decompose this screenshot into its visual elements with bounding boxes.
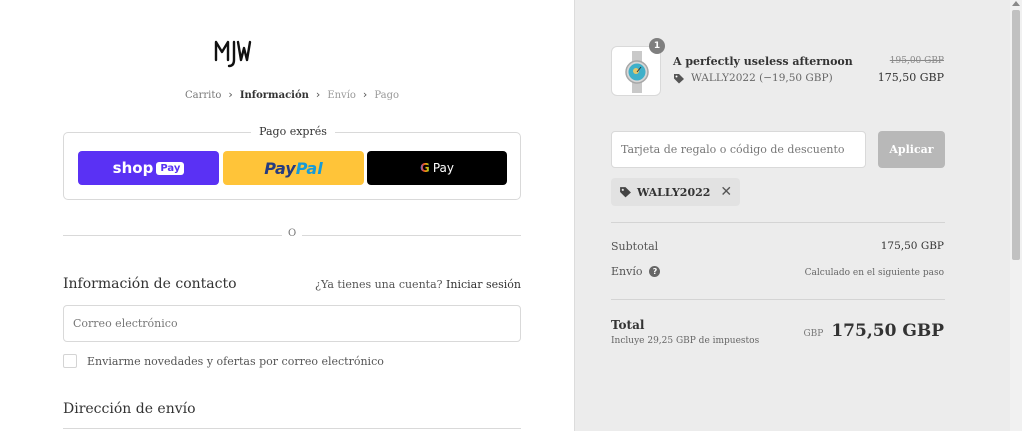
- checkout-main: Carrito › Información › Envío › Pago Pago expr…: [0, 0, 574, 431]
- google-g-icon: G: [419, 161, 430, 175]
- shipping-label: Envío: [611, 265, 643, 278]
- login-link[interactable]: Iniciar sesión: [446, 278, 521, 291]
- product-original-price: 195,00 GBP: [889, 56, 944, 66]
- scrollbar-thumb[interactable]: [1012, 10, 1020, 260]
- or-divider: O: [63, 228, 521, 239]
- breadcrumb: Carrito › Información › Envío › Pago: [0, 88, 584, 101]
- breadcrumb-shipping: Envío: [327, 90, 356, 101]
- product-discount-label: WALLY2022 (−19,50 GBP): [691, 72, 833, 84]
- account-question: ¿Ya tienes una cuenta?: [315, 278, 443, 291]
- total-currency: GBP: [803, 329, 824, 339]
- chevron-right-icon: ›: [362, 88, 368, 101]
- applied-discount-chip: WALLY2022 ✕: [611, 178, 741, 206]
- breadcrumb-cart[interactable]: Carrito: [185, 90, 221, 101]
- newsletter-option[interactable]: Enviarme novedades y ofertas por correo …: [63, 354, 384, 368]
- shop-pay-pill: Pay: [156, 161, 185, 175]
- paypal-label-part1: Pay: [264, 158, 296, 178]
- contact-section-title: Información de contacto: [63, 276, 237, 292]
- paypal-label-part2: Pal: [295, 158, 323, 178]
- scroll-up-icon[interactable]: [1012, 1, 1020, 6]
- store-logo[interactable]: [212, 34, 252, 70]
- or-label: O: [282, 228, 303, 239]
- tax-note: Incluye 29,25 GBP de impuestos: [611, 336, 760, 346]
- watch-icon: [625, 51, 649, 93]
- shop-pay-button[interactable]: shop Pay: [78, 151, 219, 185]
- subtotal-label: Subtotal: [611, 240, 659, 253]
- google-pay-button[interactable]: G Pay: [367, 151, 507, 185]
- shipping-section-title: Dirección de envío: [63, 401, 196, 417]
- quantity-badge: 1: [649, 38, 665, 54]
- total-value: 175,50 GBP: [831, 321, 944, 341]
- express-checkout: Pago exprés shop Pay Pay Pal G Pay: [63, 125, 521, 200]
- express-checkout-title: Pago exprés: [251, 125, 335, 138]
- help-icon[interactable]: ?: [649, 266, 661, 277]
- breadcrumb-payment: Pago: [374, 90, 399, 101]
- paypal-button[interactable]: Pay Pal: [223, 151, 364, 185]
- product-name: A perfectly useless afternoon: [673, 55, 853, 68]
- close-icon[interactable]: ✕: [720, 184, 732, 200]
- chevron-right-icon: ›: [228, 88, 233, 101]
- tag-icon: [620, 187, 631, 198]
- google-pay-label: Pay: [432, 161, 454, 175]
- shipping-value: Calculado en el siguiente paso: [804, 268, 944, 278]
- tag-icon: [674, 73, 684, 83]
- apply-button[interactable]: Aplicar: [878, 131, 945, 168]
- shop-pay-label: shop: [112, 159, 154, 177]
- account-prompt: ¿Ya tienes una cuenta? Iniciar sesión: [315, 278, 521, 291]
- order-summary: 1 A perfectly useless afternoon WALLY202…: [574, 0, 1010, 431]
- divider: [611, 299, 945, 300]
- newsletter-label: Enviarme novedades y ofertas por correo …: [87, 354, 384, 368]
- product-discount: WALLY2022 (−19,50 GBP): [673, 72, 833, 84]
- email-field[interactable]: [63, 305, 521, 342]
- chevron-right-icon: ›: [315, 88, 321, 101]
- applied-discount-code: WALLY2022: [637, 185, 711, 199]
- total-label: Total: [611, 318, 645, 332]
- breadcrumb-information: Información: [239, 90, 309, 101]
- product-price: 175,50 GBP: [877, 71, 944, 84]
- newsletter-checkbox[interactable]: [63, 354, 77, 368]
- divider: [611, 222, 945, 223]
- discount-code-input[interactable]: [611, 131, 866, 168]
- page-scrollbar[interactable]: [1010, 0, 1022, 431]
- subtotal-value: 175,50 GBP: [880, 240, 944, 252]
- total-amount: GBP 175,50 GBP: [803, 321, 944, 341]
- shipping-row-label: Envío ?: [611, 265, 661, 278]
